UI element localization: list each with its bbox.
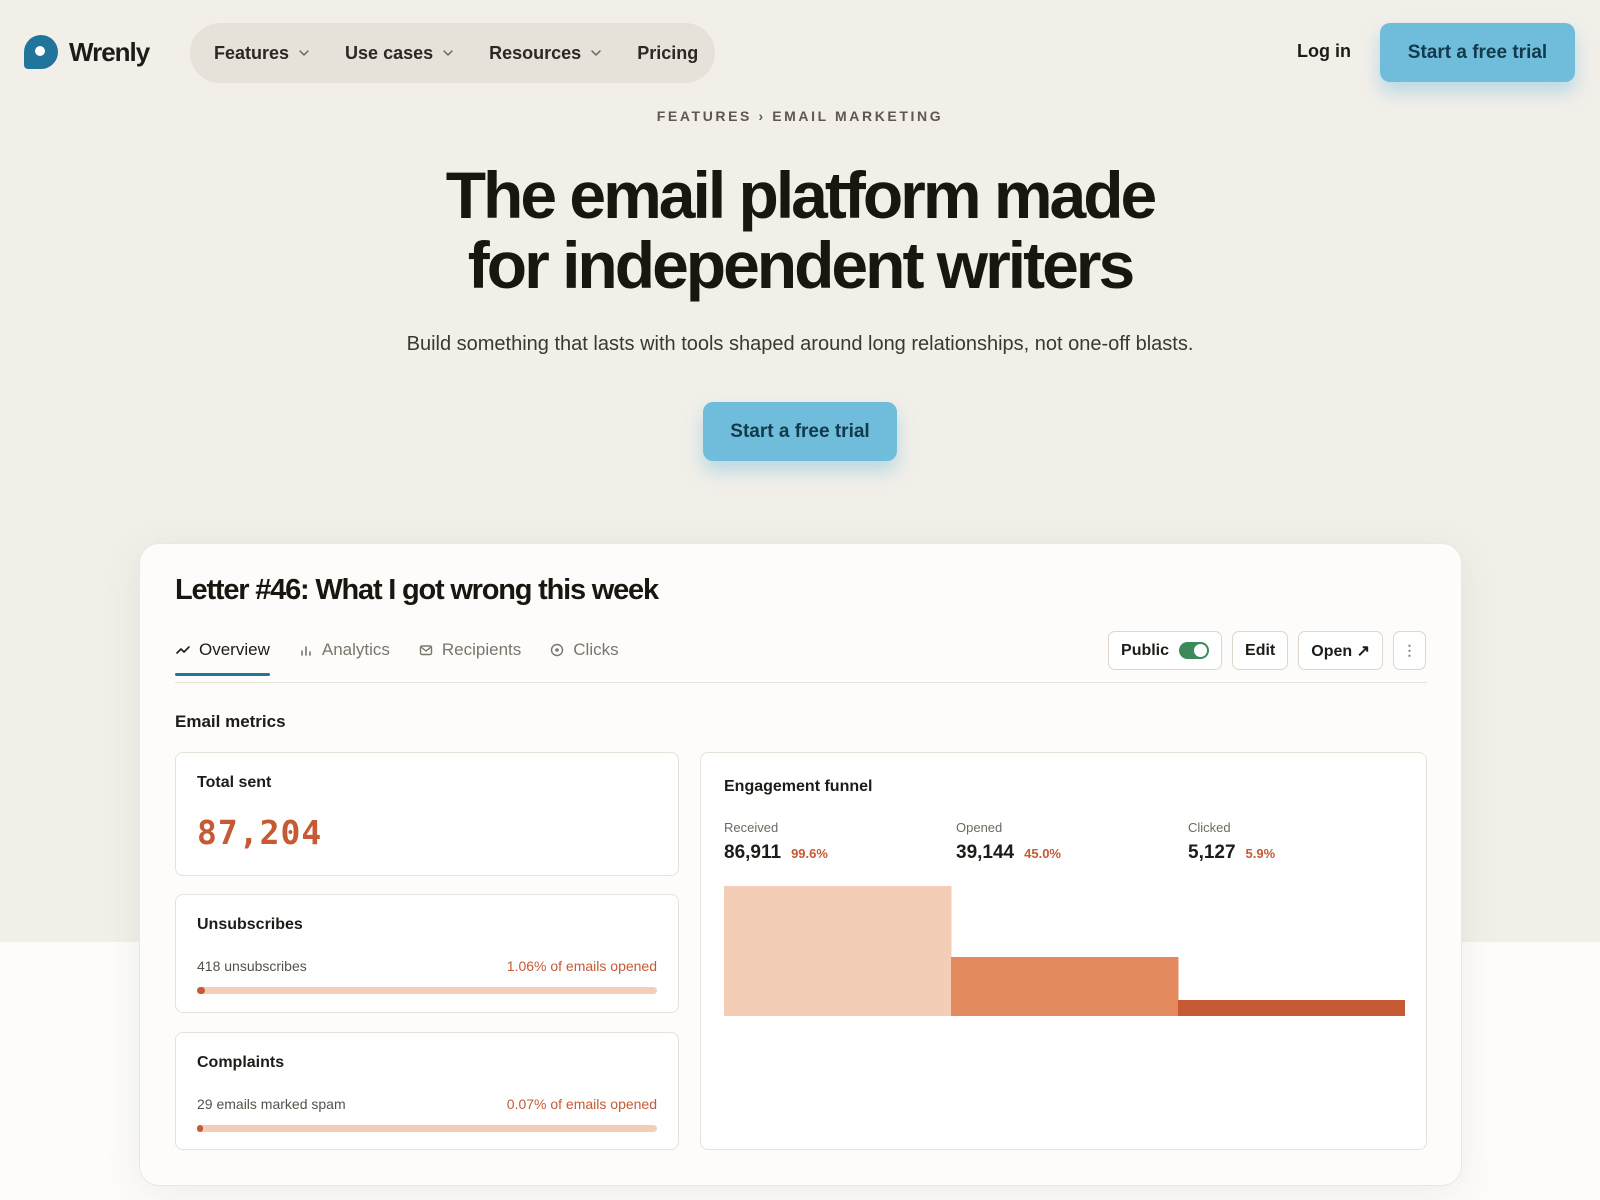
complaints-progress-track xyxy=(197,1125,657,1132)
unsubscribes-count: 418 unsubscribes xyxy=(197,958,307,974)
main-nav: Features Use cases Resources Pricing xyxy=(190,23,715,83)
funnel-title: Engagement funnel xyxy=(724,778,873,795)
unsubscribes-rate: 1.06% of emails opened xyxy=(506,958,657,974)
nav-item-use-cases[interactable]: Use cases xyxy=(345,43,455,64)
complaints-card: Complaints 29 emails marked spam 0.07% o… xyxy=(175,1032,679,1150)
letter-title: Letter #46: What I got wrong this week xyxy=(175,574,659,606)
nav-item-resources[interactable]: Resources xyxy=(489,43,603,64)
unsubscribes-progress-track xyxy=(197,987,657,994)
funnel-bar-clicked xyxy=(1178,1000,1405,1016)
nav-item-label: Pricing xyxy=(637,42,699,63)
headline-line-2: for independent writers xyxy=(467,228,1135,302)
nav-item-pricing[interactable]: Pricing xyxy=(637,43,698,64)
unsubscribes-progress-fill xyxy=(197,987,205,994)
nav-item-label: Features xyxy=(214,42,290,63)
stage-label: Received xyxy=(724,820,779,835)
tab-overview[interactable]: Overview xyxy=(175,640,270,676)
funnel-bar-received xyxy=(724,886,952,1016)
target-icon xyxy=(551,643,564,657)
nav-item-label: Use cases xyxy=(345,42,434,63)
total-sent-value: 87,204 xyxy=(197,813,323,852)
funnel-stage-received: Received 86,911 99.6% xyxy=(724,820,828,864)
unsubscribes-title: Unsubscribes xyxy=(197,916,303,933)
bar-chart-icon xyxy=(301,646,311,656)
hero-subheading: Build something that lasts with tools sh… xyxy=(406,333,1194,355)
email-metrics-heading: Email metrics xyxy=(175,712,286,731)
complaints-title: Complaints xyxy=(197,1054,285,1071)
stage-label: Opened xyxy=(956,820,1003,835)
letter-actions: Public Edit Open ↗ ⋮ xyxy=(1108,631,1426,670)
nav-item-features[interactable]: Features xyxy=(214,43,311,64)
stage-percent: 5.9% xyxy=(1245,846,1276,861)
public-label: Public xyxy=(1121,641,1170,659)
trend-icon xyxy=(176,646,190,654)
tab-recipients[interactable]: Recipients xyxy=(418,640,521,676)
tab-clicks[interactable]: Clicks xyxy=(549,640,619,676)
logo-mark-icon xyxy=(24,35,58,69)
stage-label: Clicked xyxy=(1188,820,1231,835)
headline-line-1: The email platform made xyxy=(445,158,1158,232)
nav-item-label: Resources xyxy=(489,42,582,63)
open-button[interactable]: Open ↗ xyxy=(1298,631,1383,670)
tab-label: Overview xyxy=(199,640,270,659)
tab-label: Analytics xyxy=(321,640,390,659)
brand-name: Wrenly xyxy=(69,36,150,67)
dashboard-tabs: Overview Analytics Recipients Clicks xyxy=(175,640,619,676)
engagement-funnel-card: Engagement funnel Received 86,911 99.6% … xyxy=(700,752,1427,1150)
total-sent-title: Total sent xyxy=(197,774,272,791)
stage-count: 86,911 xyxy=(724,842,782,863)
top-navigation: Wrenly Features Use cases Resources Pric… xyxy=(0,0,1600,106)
public-toggle-switch[interactable] xyxy=(1179,642,1210,659)
funnel-bar-opened xyxy=(951,957,1179,1016)
funnel-stage-clicked: Clicked 5,127 5.9% xyxy=(1188,820,1275,864)
stage-percent: 99.6% xyxy=(791,846,828,861)
total-sent-card: Total sent 87,204 xyxy=(175,752,679,876)
edit-button[interactable]: Edit xyxy=(1232,631,1289,670)
mail-icon xyxy=(419,645,433,656)
public-toggle-button[interactable]: Public xyxy=(1108,631,1223,670)
more-options-button[interactable]: ⋮ xyxy=(1393,631,1426,670)
complaints-progress-fill xyxy=(197,1125,203,1132)
dashboard-preview: Letter #46: What I got wrong this week O… xyxy=(139,543,1462,1186)
tab-label: Recipients xyxy=(441,640,522,659)
unsubscribes-card: Unsubscribes 418 unsubscribes 1.06% of e… xyxy=(175,894,679,1013)
tab-label: Clicks xyxy=(573,640,619,659)
stage-count: 39,144 xyxy=(956,842,1015,863)
chevron-down-icon xyxy=(443,50,453,56)
chevron-down-icon xyxy=(299,50,309,56)
funnel-stage-opened: Opened 39,144 45.0% xyxy=(956,820,1061,864)
breadcrumb: FEATURES › EMAIL MARKETING xyxy=(656,108,944,124)
tab-analytics[interactable]: Analytics xyxy=(298,640,390,676)
brand-logo[interactable]: Wrenly xyxy=(24,35,150,69)
tab-divider xyxy=(175,682,1427,683)
start-trial-button-hero[interactable]: Start a free trial xyxy=(703,402,897,461)
page-title: The email platform made for independent … xyxy=(0,160,1600,300)
stage-count: 5,127 xyxy=(1188,842,1236,863)
chevron-down-icon xyxy=(591,50,601,56)
funnel-chart xyxy=(724,886,1405,1016)
login-link[interactable]: Log in xyxy=(1297,41,1351,62)
stage-percent: 45.0% xyxy=(1024,846,1061,861)
start-trial-button-header[interactable]: Start a free trial xyxy=(1380,23,1575,82)
complaints-count: 29 emails marked spam xyxy=(197,1096,346,1112)
complaints-rate: 0.07% of emails opened xyxy=(506,1096,657,1112)
